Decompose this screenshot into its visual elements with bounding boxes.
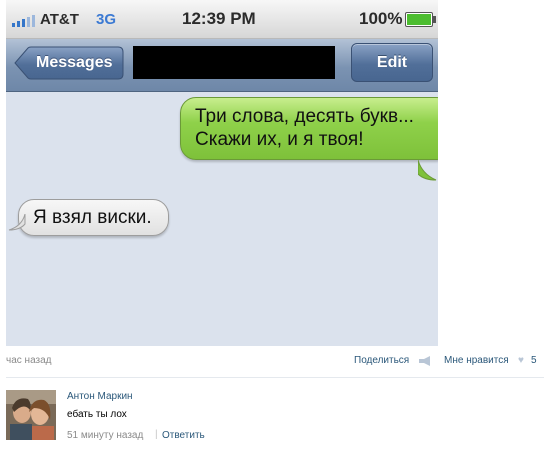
signal-icon <box>12 13 38 27</box>
heart-icon[interactable]: ♥ <box>518 356 524 366</box>
battery-icon <box>405 12 436 27</box>
avatar[interactable] <box>6 390 56 440</box>
comment-timestamp[interactable]: 51 минуту назад <box>67 430 143 441</box>
comment-author-link[interactable]: Антон Маркин <box>67 391 133 402</box>
avatar-photo <box>6 390 56 440</box>
redacted-contact-name <box>133 46 335 79</box>
outgoing-message-bubble: Три слова, десять букв... Скажи их, и я … <box>180 97 438 160</box>
comment-separator: | <box>155 429 158 440</box>
divider <box>6 377 544 378</box>
share-icon[interactable] <box>419 356 431 366</box>
messages-back-button[interactable]: Messages <box>14 46 124 80</box>
phone-screenshot: AT&T 3G 12:39 PM 100% Messages Edit Три … <box>6 0 438 346</box>
status-bar: AT&T 3G 12:39 PM 100% <box>6 0 438 39</box>
battery-percent: 100% <box>359 9 403 28</box>
clock: 12:39 PM <box>182 9 256 28</box>
incoming-message-bubble: Я взял виски. <box>18 199 169 236</box>
share-link[interactable]: Поделиться <box>354 355 409 366</box>
nav-bar: Messages Edit <box>6 39 438 92</box>
outgoing-bubble-tail <box>418 160 437 181</box>
post-timestamp: час назад <box>6 355 52 366</box>
carrier-name: AT&T <box>40 11 79 28</box>
like-count: 5 <box>531 355 537 366</box>
incoming-bubble-tail <box>8 214 26 231</box>
like-link[interactable]: Мне нравится <box>444 355 509 366</box>
messages-back-label: Messages <box>36 54 113 71</box>
network-type: 3G <box>96 11 117 28</box>
comment-text: ебать ты лох <box>67 409 127 420</box>
edit-button[interactable]: Edit <box>351 43 433 82</box>
reply-link[interactable]: Ответить <box>162 430 205 441</box>
